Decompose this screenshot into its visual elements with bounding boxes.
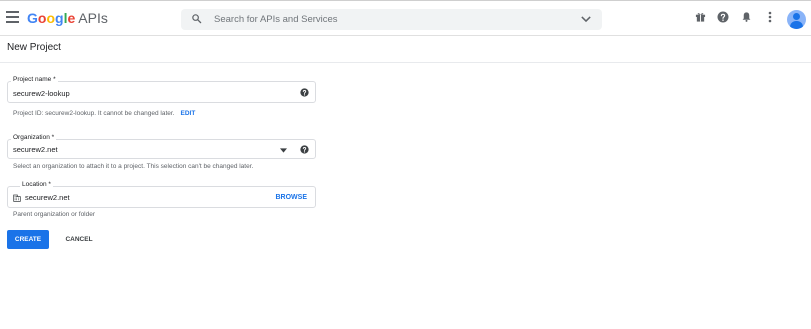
cancel-button[interactable]: CANCEL bbox=[59, 230, 99, 249]
chevron-down-icon[interactable] bbox=[581, 15, 591, 23]
browse-location-button[interactable]: BROWSE bbox=[276, 194, 308, 201]
page-header: New Project bbox=[0, 36, 811, 63]
search-input[interactable] bbox=[214, 12, 554, 27]
project-id-helper: Project ID: securew2-lookup. It cannot b… bbox=[13, 110, 195, 117]
project-id-text: Project ID: securew2-lookup. It cannot b… bbox=[13, 110, 175, 117]
help-icon[interactable] bbox=[717, 11, 729, 23]
location-field[interactable]: Location * securew2.net BROWSE bbox=[7, 181, 316, 208]
organization-helper: Select an organization to attach it to a… bbox=[13, 163, 254, 170]
project-name-field[interactable]: Project name * bbox=[7, 76, 316, 103]
organization-label: Organization * bbox=[11, 134, 57, 141]
dropdown-arrow-icon[interactable] bbox=[280, 148, 287, 153]
google-apis-logo[interactable]: Google APIs bbox=[27, 10, 108, 26]
help-icon[interactable] bbox=[300, 145, 309, 154]
location-helper: Parent organization or folder bbox=[13, 211, 96, 218]
location-label: Location * bbox=[20, 181, 53, 188]
edit-project-id-link[interactable]: EDIT bbox=[181, 110, 196, 117]
create-button[interactable]: CREATE bbox=[7, 230, 49, 249]
account-avatar[interactable] bbox=[787, 10, 806, 29]
notifications-icon[interactable] bbox=[741, 11, 752, 23]
brand-suffix: APIs bbox=[78, 10, 108, 26]
gift-icon[interactable] bbox=[695, 11, 706, 23]
more-vert-icon[interactable] bbox=[767, 11, 773, 23]
location-value: securew2.net bbox=[25, 193, 70, 202]
project-name-label: Project name * bbox=[11, 76, 58, 83]
building-icon bbox=[13, 194, 21, 202]
avatar-body bbox=[790, 21, 803, 29]
help-icon[interactable] bbox=[300, 88, 309, 97]
project-name-input[interactable] bbox=[13, 89, 283, 98]
page-title: New Project bbox=[7, 42, 61, 53]
organization-value: securew2.net bbox=[13, 145, 58, 154]
google-wordmark: Google bbox=[27, 10, 76, 26]
organization-select[interactable]: Organization * securew2.net bbox=[7, 134, 316, 159]
hamburger-menu-icon[interactable] bbox=[6, 11, 19, 25]
top-app-bar: Google APIs bbox=[0, 0, 811, 36]
search-bar[interactable] bbox=[181, 9, 602, 30]
search-icon bbox=[192, 14, 202, 24]
avatar-head bbox=[793, 13, 800, 20]
